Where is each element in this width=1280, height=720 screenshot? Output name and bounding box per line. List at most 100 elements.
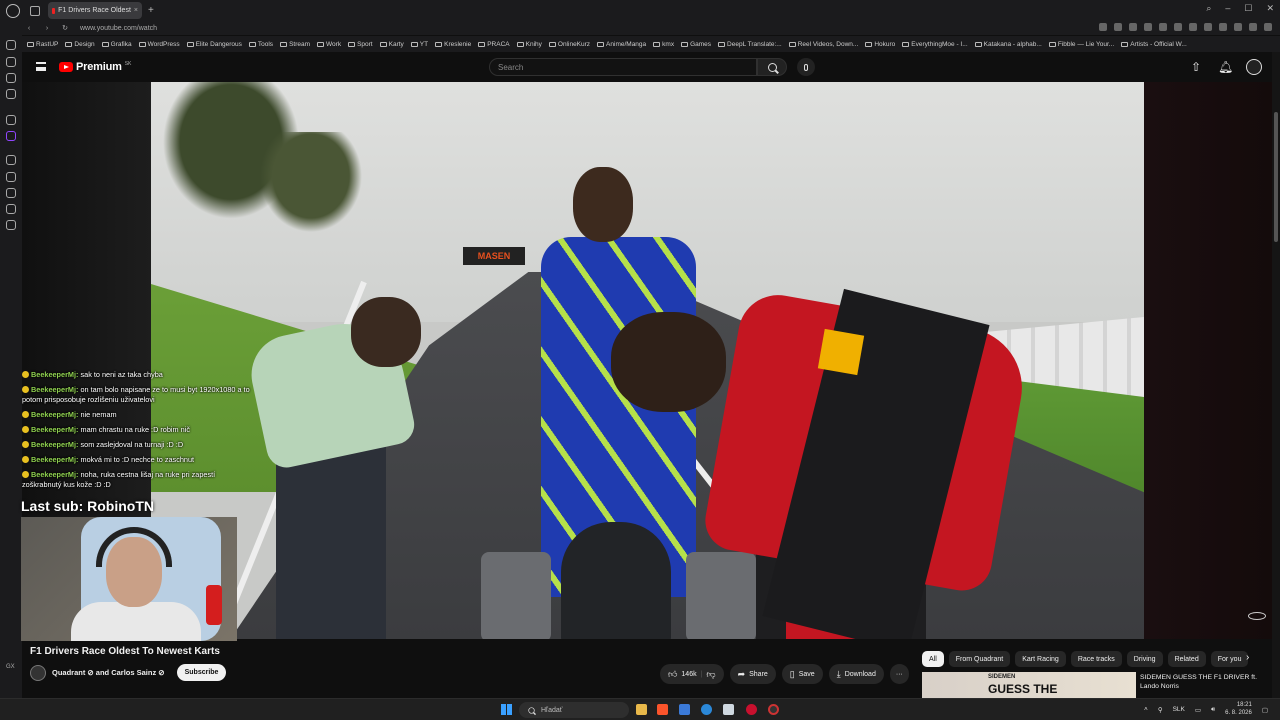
url-field[interactable]: www.youtube.com/watch xyxy=(80,25,157,32)
network-icon[interactable]: ▭ xyxy=(1195,706,1201,714)
bookmark-item[interactable]: Hokuro xyxy=(865,41,895,48)
bookmark-item[interactable]: Fibble — Lie Your... xyxy=(1048,41,1114,48)
extension-icon[interactable] xyxy=(1249,23,1257,31)
bookmark-item[interactable]: EverythingMoe - I... xyxy=(902,41,968,48)
chip-for-you[interactable]: For you xyxy=(1210,651,1249,667)
brave-browser-icon[interactable] xyxy=(657,704,668,715)
language-indicator[interactable]: SLK xyxy=(1173,706,1185,713)
like-button[interactable]: 👍︎ 146k | 👎︎ xyxy=(660,664,724,684)
extension-icon[interactable] xyxy=(1159,23,1167,31)
bookmark-item[interactable]: kmx xyxy=(653,41,674,48)
notifications-bell-icon[interactable]: 🔔︎ xyxy=(1218,61,1233,73)
extension-icon[interactable] xyxy=(1099,23,1107,31)
obs-icon[interactable] xyxy=(768,704,779,715)
sidebar-history-icon[interactable] xyxy=(6,155,16,165)
account-avatar[interactable] xyxy=(1246,59,1262,75)
bookmark-item[interactable]: Tools xyxy=(248,41,273,48)
app-icon[interactable] xyxy=(679,704,690,715)
sidebar-twitch-icon[interactable] xyxy=(6,131,16,141)
tab-youtube[interactable]: F1 Drivers Race Oldest × xyxy=(48,2,142,19)
bookmark-item[interactable]: Sport xyxy=(348,41,373,48)
channel-avatar[interactable] xyxy=(30,664,46,681)
upload-icon[interactable]: ⇧ xyxy=(1190,61,1202,73)
bookmark-item[interactable]: Elite Dangerous xyxy=(186,41,242,48)
extension-icon[interactable] xyxy=(1264,23,1272,31)
chip-from-quadrant[interactable]: From Quadrant xyxy=(948,651,1011,667)
scrollbar-thumb[interactable] xyxy=(1274,112,1278,242)
app-icon[interactable] xyxy=(723,704,734,715)
bookmark-item[interactable]: Karty xyxy=(379,41,404,48)
recommended-video-thumbnail[interactable]: SIDEMEN GUESS THE xyxy=(922,672,1136,698)
sidebar-settings-icon[interactable] xyxy=(6,220,16,230)
reload-icon[interactable]: ↻ xyxy=(56,24,74,32)
chip-race-tracks[interactable]: Race tracks xyxy=(1070,651,1122,667)
bookmark-item[interactable]: WordPress xyxy=(138,41,180,48)
sidebar-app-icon[interactable] xyxy=(6,115,16,125)
bookmark-item[interactable]: Anime/Manga xyxy=(597,41,646,48)
bookmark-item[interactable]: Reel Videos, Down... xyxy=(788,41,858,48)
page-scrollbar[interactable] xyxy=(1272,52,1280,698)
video-frame[interactable]: MASEN xyxy=(151,82,1144,639)
opera-gx-icon[interactable] xyxy=(746,704,757,715)
chip-all[interactable]: All xyxy=(922,651,944,667)
sidebar-player-icon[interactable] xyxy=(6,172,16,182)
search-tabs-icon[interactable]: ⌕ xyxy=(1206,3,1211,14)
bookmark-item[interactable]: Work xyxy=(317,41,341,48)
chip-kart-racing[interactable]: Kart Racing xyxy=(1015,651,1066,667)
extension-icon[interactable] xyxy=(1189,23,1197,31)
sidebar-gx-icon[interactable]: GX xyxy=(6,664,16,674)
file-explorer-icon[interactable] xyxy=(636,704,647,715)
bookmark-item[interactable]: Design xyxy=(65,41,95,48)
download-button[interactable]: ⤓ Download xyxy=(828,664,884,684)
search-button[interactable] xyxy=(757,58,787,76)
channel-name[interactable]: Quadrant ⊘ and Carlos Sainz ⊘ xyxy=(52,668,165,677)
channel-watermark-icon[interactable] xyxy=(1248,612,1266,620)
subscribe-button[interactable]: Subscribe xyxy=(176,664,227,681)
bookmark-item[interactable]: Artists - Official W... xyxy=(1121,41,1187,48)
search-input[interactable]: Search xyxy=(489,58,757,76)
menu-icon[interactable] xyxy=(36,62,46,71)
extension-icon[interactable] xyxy=(1174,23,1182,31)
thumbs-down-icon[interactable]: 👎︎ xyxy=(706,669,715,680)
bookmark-item[interactable]: Kreslenie xyxy=(435,41,471,48)
clock[interactable]: 18:21 6. 8. 2026 xyxy=(1225,702,1252,717)
sidebar-store-icon[interactable] xyxy=(6,57,16,67)
forward-icon[interactable]: › xyxy=(38,25,56,32)
bookmark-item[interactable]: PRACA xyxy=(478,41,510,48)
new-tab-icon[interactable]: + xyxy=(148,5,154,16)
extension-icon[interactable] xyxy=(1144,23,1152,31)
sidebar-messenger-icon[interactable] xyxy=(6,73,16,83)
chip-related[interactable]: Related xyxy=(1167,651,1206,667)
bookmark-item[interactable]: YT xyxy=(410,41,428,48)
sidebar-home-icon[interactable] xyxy=(6,40,16,50)
bookmark-item[interactable]: Knihy xyxy=(516,41,542,48)
share-button[interactable]: ➦ Share xyxy=(729,664,776,684)
more-actions-button[interactable]: ··· xyxy=(889,664,909,684)
chevron-right-icon[interactable]: › xyxy=(1246,652,1249,663)
volume-icon[interactable]: 🔊︎ xyxy=(1211,706,1215,714)
extension-icon[interactable] xyxy=(1129,23,1137,31)
recommended-video-title[interactable]: SIDEMEN GUESS THE F1 DRIVER ft. Lando No… xyxy=(1140,673,1268,691)
extension-icon[interactable] xyxy=(1114,23,1122,31)
bookmark-item[interactable]: Katakana - alphab... xyxy=(974,41,1042,48)
chip-driving[interactable]: Driving xyxy=(1126,651,1163,667)
back-icon[interactable]: ‹ xyxy=(20,25,38,32)
save-button[interactable]: ▯ Save xyxy=(781,664,823,684)
tray-mic-icon[interactable]: ⚲ xyxy=(1158,706,1163,714)
bookmark-item[interactable]: Games xyxy=(681,41,711,48)
close-window-icon[interactable]: ✕ xyxy=(1266,3,1274,14)
bookmark-item[interactable]: Grafika xyxy=(101,41,132,48)
sidebar-bookmarks-icon[interactable] xyxy=(6,188,16,198)
bookmark-item[interactable]: OnlineKurz xyxy=(548,41,590,48)
workspaces-icon[interactable] xyxy=(30,5,40,16)
taskbar-search[interactable]: Hľadať xyxy=(519,702,629,718)
sidebar-app-icon[interactable] xyxy=(6,89,16,99)
bookmark-item[interactable]: RastUP xyxy=(27,41,58,48)
youtube-premium-logo[interactable]: Premium SK xyxy=(59,61,131,73)
bookmark-item[interactable]: Stream xyxy=(280,41,310,48)
minimize-icon[interactable]: – xyxy=(1225,3,1230,14)
notifications-icon[interactable]: ▢ xyxy=(1262,706,1268,714)
sidebar-app-icon[interactable] xyxy=(6,204,16,214)
app-icon[interactable] xyxy=(701,704,712,715)
extension-icon[interactable] xyxy=(1204,23,1212,31)
